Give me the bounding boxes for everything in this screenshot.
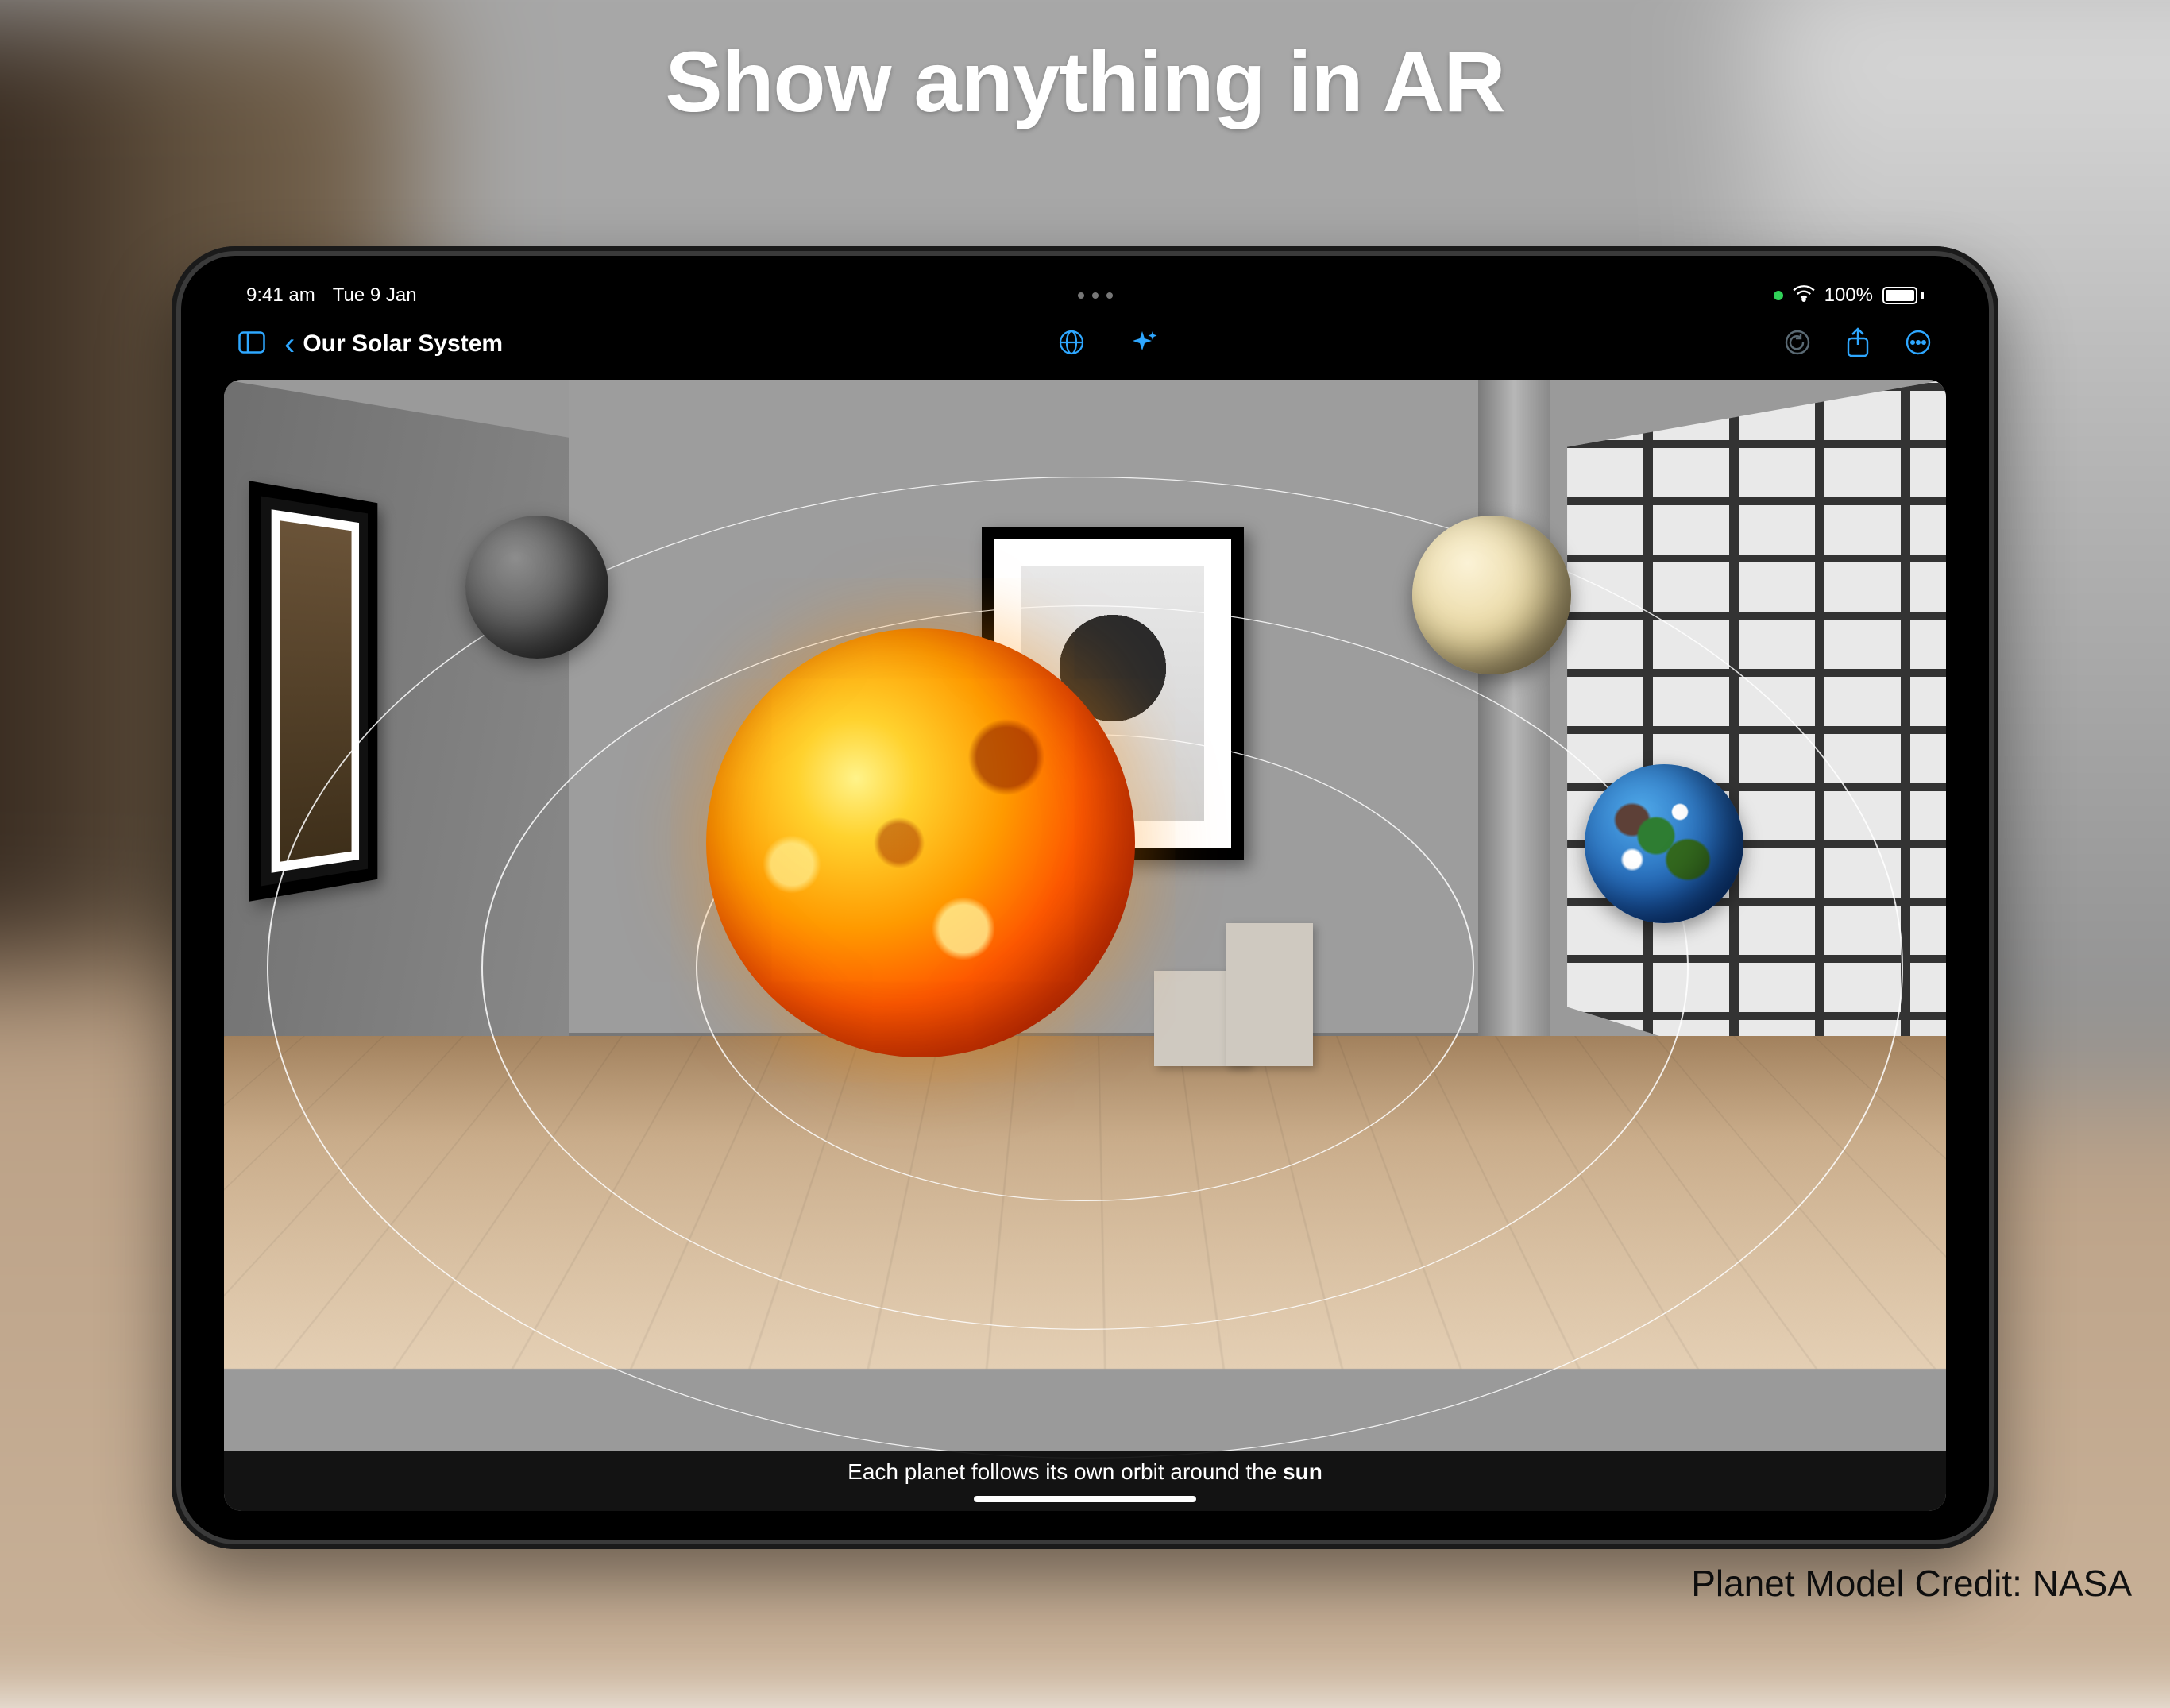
back-button[interactable]: ‹ Our Solar System — [284, 328, 503, 360]
toolbar: ‹ Our Solar System — [218, 313, 1952, 375]
caption-bar: Each planet follows its own orbit around… — [224, 1451, 1946, 1511]
undo-icon — [1784, 329, 1811, 356]
battery-percent: 100% — [1824, 284, 1873, 307]
sparkle-icon — [1131, 329, 1158, 356]
ellipsis-circle-icon — [1905, 329, 1932, 356]
ar-viewport[interactable]: Each planet follows its own orbit around… — [224, 380, 1946, 1511]
marketing-headline: Show anything in AR — [0, 32, 2170, 131]
page-title: Our Solar System — [303, 330, 503, 357]
sun-model[interactable] — [706, 628, 1135, 1057]
ai-sparkle-button[interactable] — [1131, 329, 1158, 360]
chevron-left-icon: ‹ — [284, 328, 295, 360]
venus-model[interactable] — [1412, 516, 1571, 674]
share-icon — [1846, 327, 1870, 357]
earth-model[interactable] — [1585, 764, 1743, 923]
ipad-frame: 9:41 am Tue 9 Jan 100% — [172, 246, 1998, 1549]
share-button[interactable] — [1846, 327, 1870, 361]
status-date: Tue 9 Jan — [333, 284, 417, 307]
status-bar: 9:41 am Tue 9 Jan 100% — [218, 278, 1952, 313]
battery-icon — [1882, 287, 1924, 304]
globe-button[interactable] — [1058, 329, 1085, 360]
mercury-model[interactable] — [465, 516, 608, 659]
sidebar-toggle-button[interactable] — [238, 331, 265, 357]
multitask-dots[interactable] — [1078, 292, 1113, 299]
home-indicator[interactable] — [974, 1496, 1196, 1502]
undo-button[interactable] — [1784, 329, 1811, 360]
caption-text: Each planet follows its own orbit around… — [848, 1459, 1322, 1485]
more-button[interactable] — [1905, 329, 1932, 360]
credit-text: Planet Model Credit: NASA — [1691, 1562, 2132, 1605]
globe-icon — [1058, 329, 1085, 356]
wifi-icon — [1793, 284, 1815, 307]
status-time: 9:41 am — [246, 284, 315, 307]
camera-in-use-indicator — [1774, 291, 1783, 300]
ipad-screen: 9:41 am Tue 9 Jan 100% — [218, 278, 1952, 1517]
